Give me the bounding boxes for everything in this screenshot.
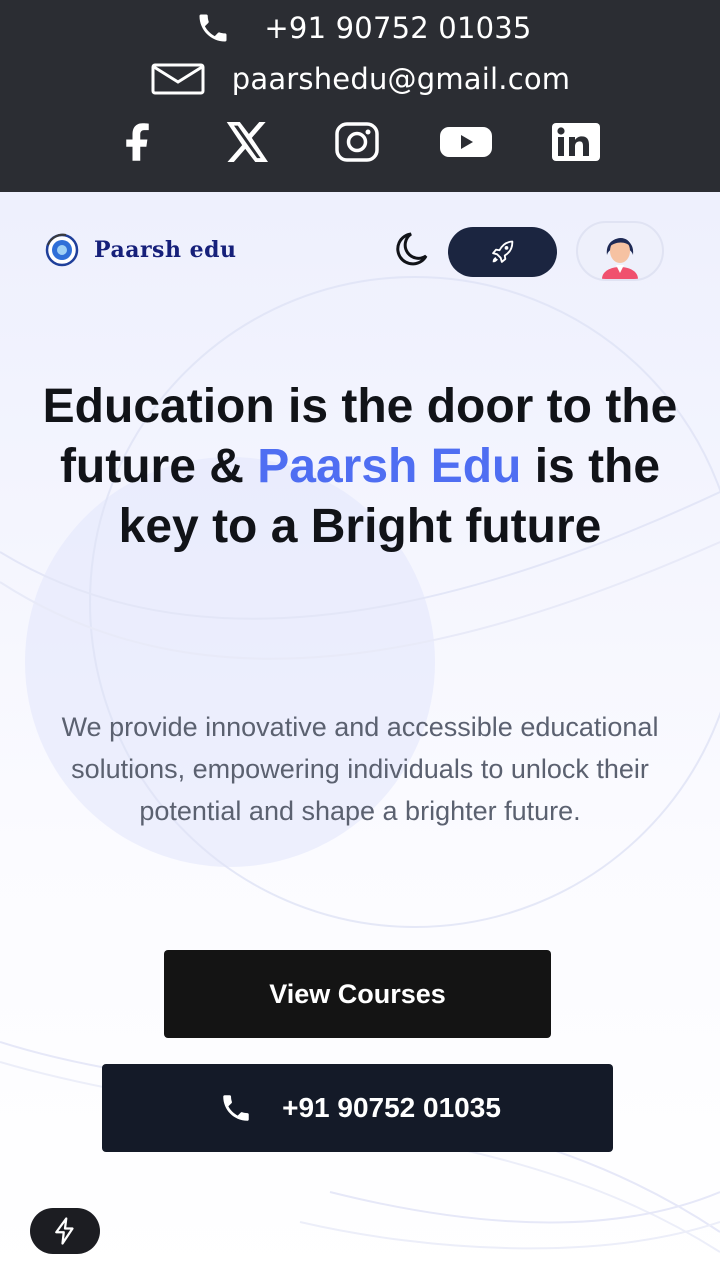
logo-mark-icon [45, 233, 79, 267]
hero-section: Paarsh edu Education is the door to the … [0, 192, 720, 1280]
user-avatar-icon [602, 238, 638, 279]
call-button[interactable]: +91 90752 01035 [102, 1064, 613, 1152]
mail-icon [150, 62, 206, 96]
view-courses-button[interactable]: View Courses [164, 950, 551, 1038]
social-links [0, 118, 720, 166]
site-logo[interactable]: Paarsh edu [36, 232, 236, 268]
phone-icon [188, 10, 238, 46]
moon-icon[interactable] [382, 229, 432, 269]
hero-subtext: We provide innovative and accessible edu… [61, 712, 659, 826]
x-twitter-icon[interactable] [224, 118, 272, 166]
headline-brand-accent: Paarsh Edu [257, 440, 522, 493]
facebook-icon[interactable] [120, 118, 160, 166]
launch-button[interactable] [448, 227, 557, 277]
hero-headline: Education is the door to the future & Pa… [20, 377, 700, 557]
phone-icon [223, 1095, 249, 1121]
phone-contact[interactable]: +91 90752 01035 [0, 8, 720, 48]
navbar: Paarsh edu [0, 192, 720, 312]
email-contact[interactable]: paarshedu@gmail.com [0, 58, 720, 100]
instagram-icon[interactable] [332, 118, 382, 166]
linkedin-icon[interactable] [550, 118, 602, 166]
call-button-label: +91 90752 01035 [282, 1092, 501, 1123]
rocket-icon [491, 240, 513, 263]
logo-text: Paarsh edu [94, 237, 237, 263]
youtube-icon[interactable] [438, 118, 494, 166]
email-text: paarshedu@gmail.com [231, 62, 571, 96]
user-avatar[interactable] [576, 221, 664, 281]
lightning-icon [55, 1217, 74, 1245]
quick-action-button[interactable] [30, 1208, 100, 1254]
phone-text: +91 90752 01035 [264, 11, 532, 45]
top-contact-bar: +91 90752 01035 paarshedu@gmail.com [0, 0, 720, 192]
